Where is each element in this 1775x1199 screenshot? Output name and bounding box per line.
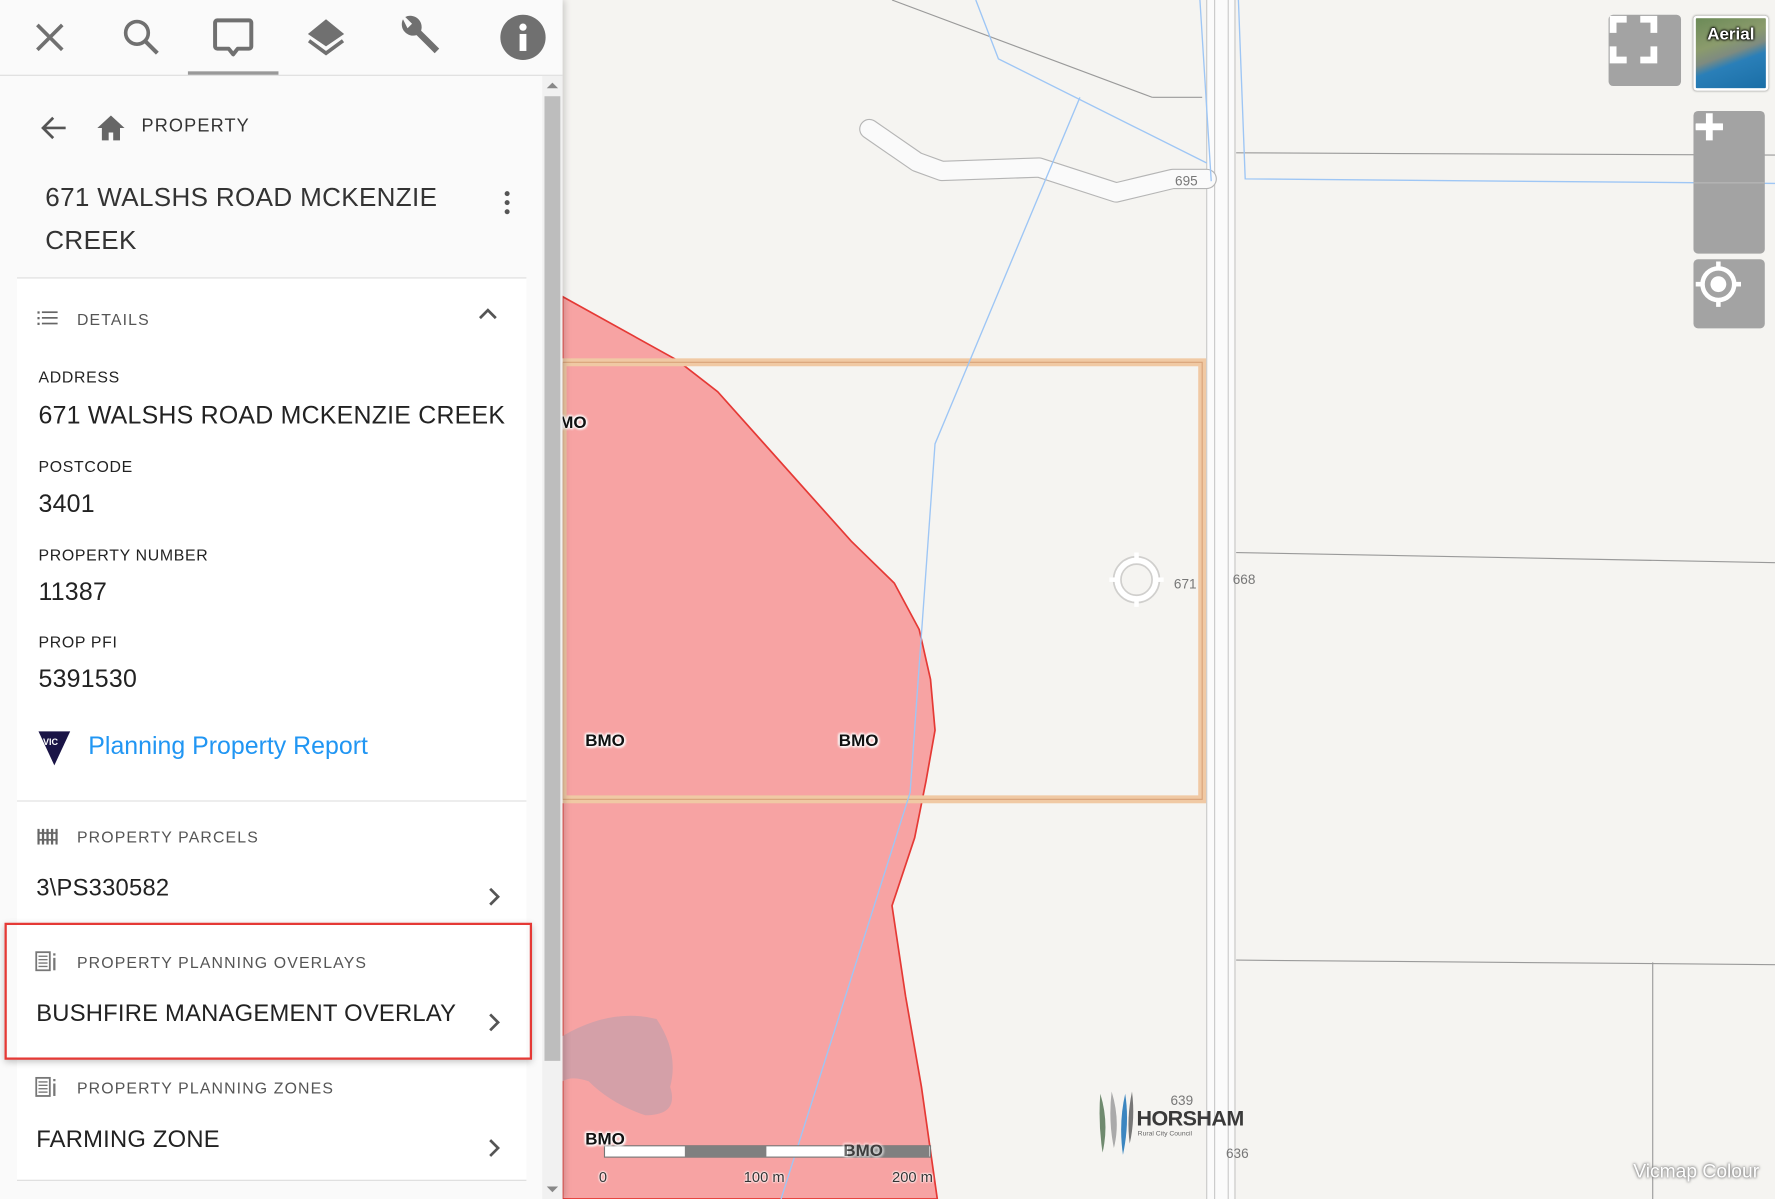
address-value: 671 WALSHS ROAD MCKENZIE CREEK <box>38 400 506 430</box>
more-vert-icon <box>504 191 510 215</box>
property-title-line: 671 WALSHS ROAD MCKENZIE <box>45 182 438 212</box>
panel-content: PROPERTY 671 WALSHS ROAD MCKENZIE CREEK … <box>0 76 542 1199</box>
zones-card[interactable]: PROPERTY PLANNING ZONES FARMING ZONE <box>16 1059 527 1180</box>
active-tab-indicator <box>187 71 279 75</box>
overlay-value[interactable]: BUSHFIRE MANAGEMENT OVERLAY <box>36 1001 456 1028</box>
vic-logo-icon: VIC <box>38 731 71 766</box>
search-tool-button[interactable] <box>113 9 170 66</box>
arrow-left-icon <box>41 116 66 140</box>
zone-value[interactable]: FARMING ZONE <box>36 1127 220 1154</box>
address-label: 695 <box>1175 173 1198 190</box>
property-number-label: PROPERTY NUMBER <box>38 545 209 564</box>
parcel-boundary <box>1236 551 1775 564</box>
parcels-card[interactable]: PROPERTY PARCELS 3\PS330582 <box>16 801 527 923</box>
chevron-right-icon <box>489 1013 501 1032</box>
overlay-label: MO <box>559 413 587 433</box>
layers-icon <box>307 19 345 56</box>
breadcrumb-label: PROPERTY <box>141 116 250 136</box>
property-title: 671 WALSHS ROAD MCKENZIE CREEK <box>45 175 453 261</box>
vic-logo-text: VIC <box>43 737 59 747</box>
address-label: 671 <box>1173 576 1197 593</box>
overlay-label: BMO <box>843 1141 883 1161</box>
fullscreen-button[interactable] <box>1608 14 1682 87</box>
scale-label: 0 <box>598 1168 608 1186</box>
search-icon <box>123 19 159 55</box>
document-info-icon <box>35 951 56 972</box>
details-card: DETAILS ADDRESS 671 WALSHS ROAD MCKENZIE… <box>16 278 527 801</box>
parcel-boundary <box>891 0 1153 98</box>
chevron-right-icon <box>489 887 501 906</box>
fence-icon <box>37 828 58 845</box>
more-options-button[interactable] <box>498 189 516 216</box>
scale-label: 200 m <box>892 1168 933 1186</box>
prop-pfi-value: 5391530 <box>38 664 138 693</box>
planning-report-link[interactable]: Planning Property Report <box>88 731 368 760</box>
wrench-icon <box>401 15 440 54</box>
address-label: ADDRESS <box>38 367 120 387</box>
chevron-up-icon <box>479 308 497 320</box>
tools-button[interactable] <box>391 9 448 66</box>
parcel-value[interactable]: 3\PS330582 <box>36 875 169 902</box>
scroll-down-arrow[interactable] <box>546 1186 559 1193</box>
collapse-details-button[interactable] <box>477 306 500 324</box>
document-info-icon <box>35 1076 56 1097</box>
council-logo-icon <box>1099 1091 1134 1155</box>
council-name: HORSHAM <box>1136 1107 1245 1132</box>
panel-toolbar <box>0 0 563 76</box>
overlays-heading: PROPERTY PLANNING OVERLAYS <box>76 953 368 972</box>
home-button[interactable] <box>95 112 127 144</box>
identify-tool-button[interactable] <box>205 9 262 66</box>
basemap-toggle-label: Aerial <box>1707 24 1755 45</box>
location-target-marker <box>1109 552 1164 607</box>
speech-bubble-icon <box>213 18 254 57</box>
overlays-card[interactable]: PROPERTY PLANNING OVERLAYS BUSHFIRE MANA… <box>16 925 527 1059</box>
minus-icon <box>1695 123 1723 130</box>
council-subtitle: Rural City Council <box>1137 1131 1193 1138</box>
overlay-label: BMO <box>585 731 625 751</box>
parcel-boundary <box>1236 959 1775 966</box>
layers-tool-button[interactable] <box>298 9 355 66</box>
close-button[interactable] <box>22 9 79 66</box>
zones-heading: PROPERTY PLANNING ZONES <box>76 1078 335 1098</box>
watercourse-line <box>975 0 1208 164</box>
back-button[interactable] <box>38 112 70 144</box>
overlay-label: BMO <box>838 731 879 751</box>
fullscreen-icon <box>1609 15 1658 64</box>
zoom-control <box>1693 110 1765 254</box>
home-icon <box>97 115 125 141</box>
property-title-line: CREEK <box>45 225 137 255</box>
locate-button[interactable] <box>1693 259 1765 329</box>
breadcrumb: PROPERTY <box>0 76 542 178</box>
scroll-up-arrow[interactable] <box>546 82 559 89</box>
details-heading: DETAILS <box>76 310 150 329</box>
chevron-right-icon <box>489 1139 501 1157</box>
council-logo: HORSHAM Rural City Council <box>1096 1089 1245 1157</box>
postcode-label: POSTCODE <box>38 457 133 476</box>
overlay-label: BMO <box>585 1129 625 1150</box>
scale-label: 100 m <box>743 1168 785 1186</box>
postcode-value: 3401 <box>38 489 95 518</box>
basemap-toggle-aerial[interactable]: Aerial <box>1693 15 1769 91</box>
basemap-attribution: Vicmap Colour <box>1633 1160 1760 1183</box>
property-number-value: 11387 <box>38 577 108 606</box>
side-panel: PROPERTY 671 WALSHS ROAD MCKENZIE CREEK … <box>0 0 563 1199</box>
close-icon <box>36 23 64 52</box>
crosshair-icon <box>1695 261 1742 307</box>
info-icon <box>500 14 546 61</box>
parcels-heading: PROPERTY PARCELS <box>76 827 259 846</box>
zoom-out-button[interactable] <box>1693 123 1764 253</box>
list-icon <box>37 311 58 325</box>
info-button[interactable] <box>495 9 552 66</box>
panel-scrollbar[interactable] <box>542 75 563 1199</box>
prop-pfi-label: PROP PFI <box>38 632 118 652</box>
address-label: 668 <box>1232 571 1256 588</box>
scroll-thumb[interactable] <box>544 96 561 1061</box>
divider <box>16 1179 527 1181</box>
